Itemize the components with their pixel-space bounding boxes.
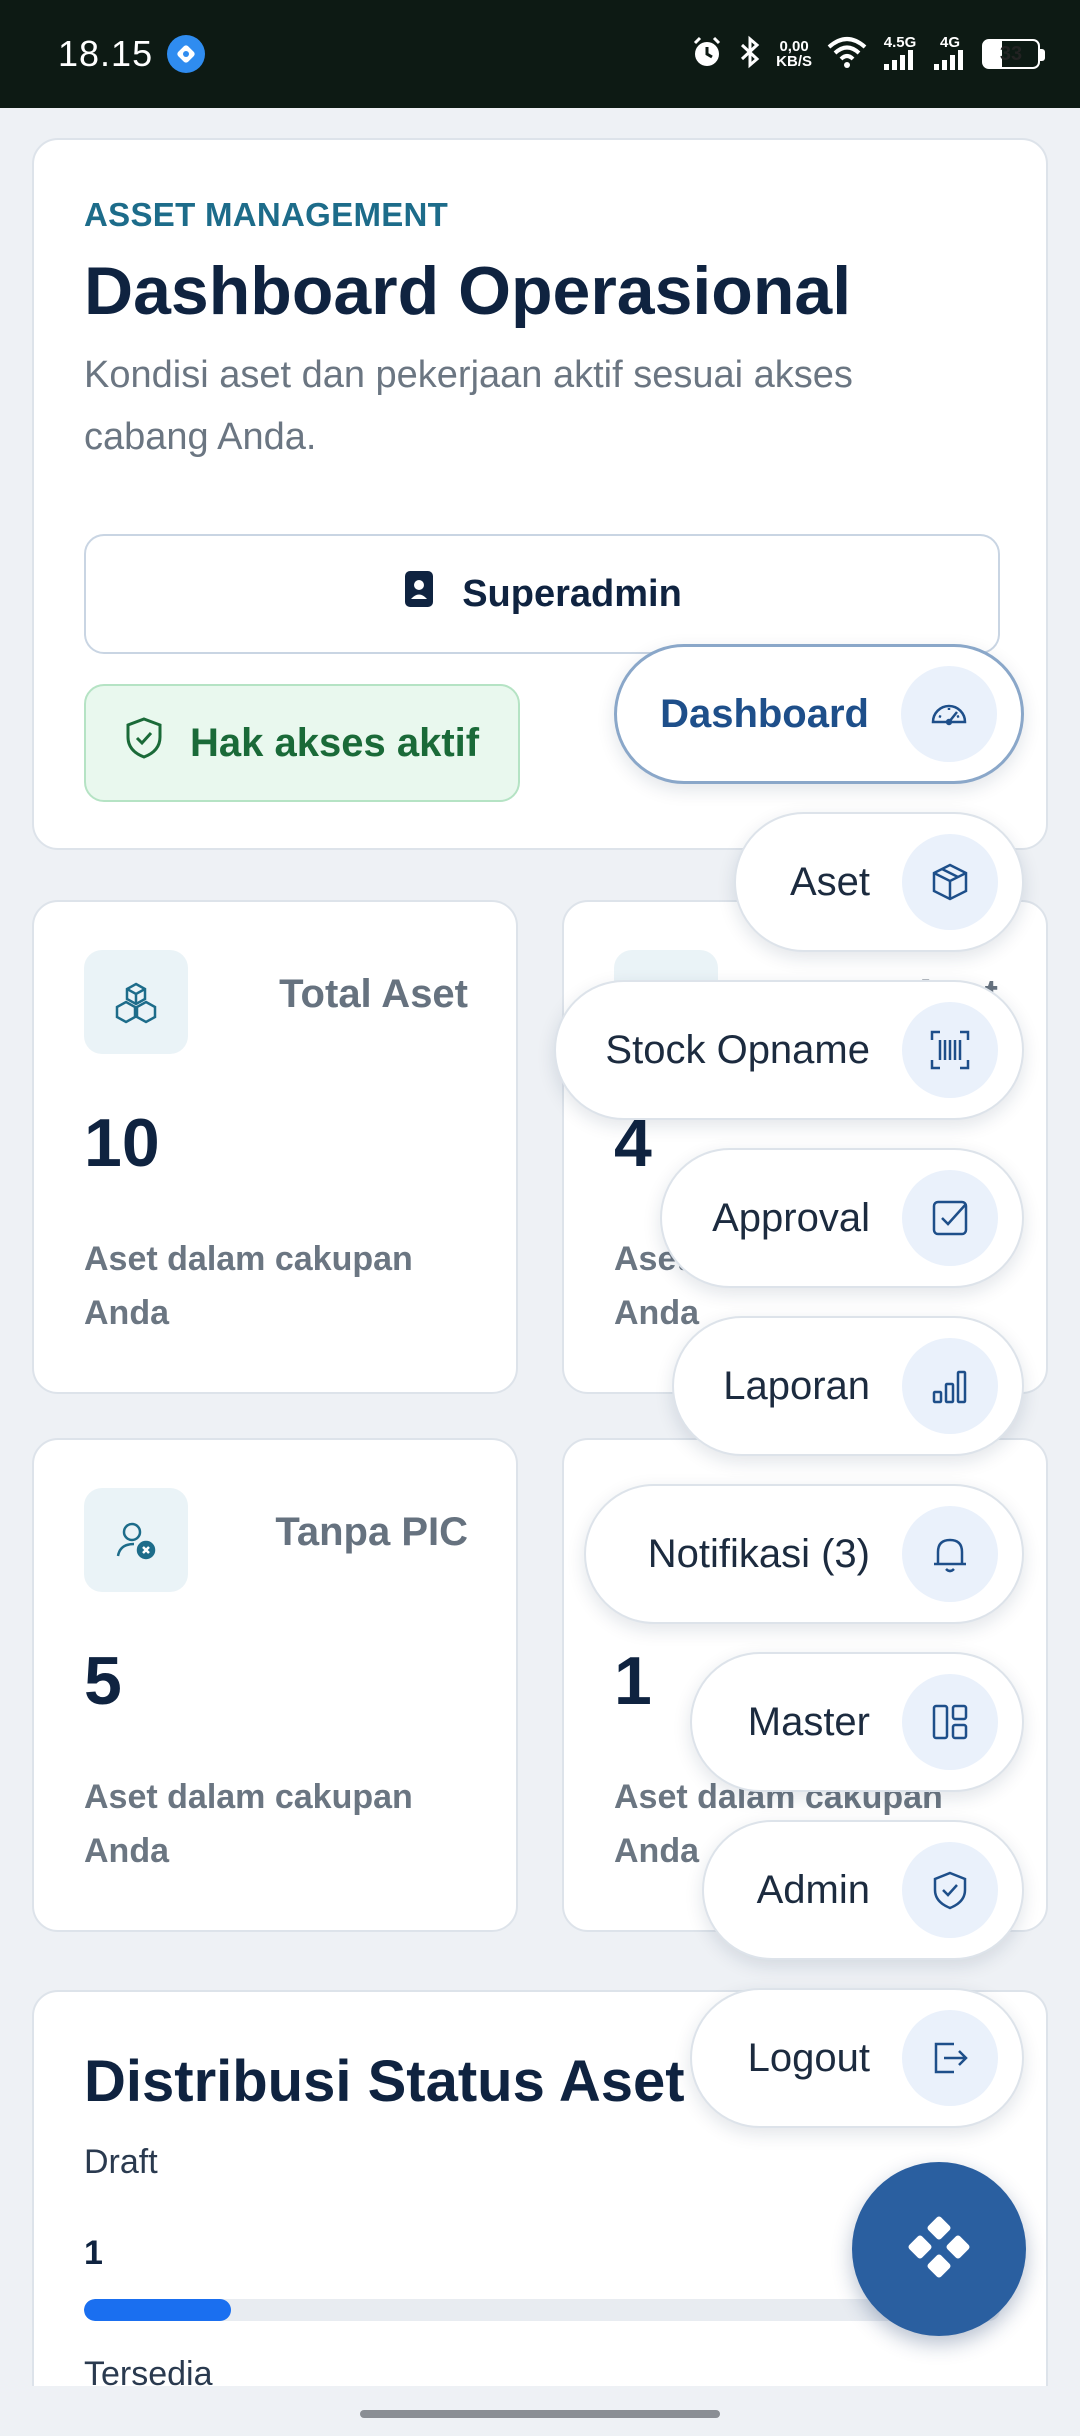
menu-item-notifikasi[interactable]: Notifikasi (3): [584, 1484, 1024, 1624]
battery-icon: 33: [982, 39, 1045, 69]
menu-item-master[interactable]: Master: [690, 1652, 1024, 1792]
stat-value: 5: [84, 1643, 122, 1719]
system-nav-bar: [0, 2386, 1080, 2436]
menu-item-laporan[interactable]: Laporan: [672, 1316, 1024, 1456]
menu-item-label: Master: [747, 1699, 870, 1744]
diamonds-icon: [899, 2207, 979, 2292]
layout-icon: [902, 1674, 998, 1770]
signal-1: 4.5G: [882, 35, 918, 73]
menu-item-label: Dashboard: [660, 691, 869, 736]
status-label: Draft: [84, 2143, 158, 2181]
menu-item-label: Admin: [756, 1867, 870, 1912]
bar-chart-icon: [902, 1338, 998, 1434]
menu-item-stock-opname[interactable]: Stock Opname: [554, 980, 1024, 1120]
stat-card-tanpa-pic[interactable]: Tanpa PIC 5 Aset dalam cakupan Anda: [32, 1438, 518, 1932]
menu-item-label: Notifikasi (3): [647, 1531, 870, 1576]
access-label: Hak akses aktif: [190, 720, 480, 765]
barcode-scan-icon: [902, 1002, 998, 1098]
wifi-icon: [826, 35, 868, 74]
menu-item-label: Aset: [789, 859, 870, 904]
eyebrow: ASSET MANAGEMENT: [84, 196, 449, 233]
menu-item-label: Logout: [747, 2035, 870, 2080]
check-square-icon: [902, 1170, 998, 1266]
cubes-icon: [84, 950, 188, 1054]
id-badge-icon: [402, 569, 436, 619]
clock: 18.15: [58, 33, 154, 74]
gauge-icon: [901, 666, 997, 762]
stat-card-total-aset[interactable]: Total Aset 10 Aset dalam cakupan Anda: [32, 900, 518, 1394]
stat-value: 1: [614, 1643, 652, 1719]
logout-icon: [902, 2010, 998, 2106]
menu-item-logout[interactable]: Logout: [690, 1988, 1024, 2128]
shield-check-icon: [902, 1842, 998, 1938]
menu-item-label: Stock Opname: [605, 1027, 870, 1072]
bell-icon: [902, 1506, 998, 1602]
bluetooth-icon: [738, 35, 762, 74]
stat-label: Tanpa PIC: [275, 1510, 468, 1554]
status-progress-fill: [84, 2299, 231, 2321]
status-bar: 18.15 0,00 KB/S 4.5G 4G 33: [0, 0, 1080, 108]
home-gesture-handle[interactable]: [360, 2410, 720, 2418]
stat-description: Aset dalam cakupan Anda: [84, 1240, 413, 1332]
menu-item-label: Laporan: [723, 1363, 870, 1408]
stat-description: Aset dalam cakupan Anda: [84, 1778, 413, 1870]
user-x-icon: [84, 1488, 188, 1592]
shield-check-icon: [124, 716, 164, 770]
role-selector-button[interactable]: Superadmin: [84, 534, 1000, 654]
menu-item-admin[interactable]: Admin: [702, 1820, 1024, 1960]
fab-menu-toggle-button[interactable]: [852, 2162, 1026, 2336]
alarm-icon: [690, 35, 724, 74]
menu-item-approval[interactable]: Approval: [660, 1148, 1024, 1288]
role-label: Superadmin: [462, 572, 682, 615]
menu-item-dashboard[interactable]: Dashboard: [614, 644, 1024, 784]
net-speed: 0,00 KB/S: [776, 38, 812, 70]
access-status-badge: Hak akses aktif: [84, 684, 520, 802]
box-icon: [902, 834, 998, 930]
menu-item-label: Approval: [712, 1195, 870, 1240]
signal-2: 4G: [932, 35, 968, 73]
page-title: Dashboard Operasional: [84, 253, 852, 329]
status-progress-track: [84, 2299, 1000, 2321]
page-subtitle: Kondisi aset dan pekerjaan aktif sesuai …: [84, 354, 853, 458]
stat-value: 10: [84, 1105, 160, 1181]
app-notification-icon: [167, 35, 206, 73]
menu-item-aset[interactable]: Aset: [734, 812, 1024, 952]
stat-label: Total Aset: [279, 972, 468, 1016]
